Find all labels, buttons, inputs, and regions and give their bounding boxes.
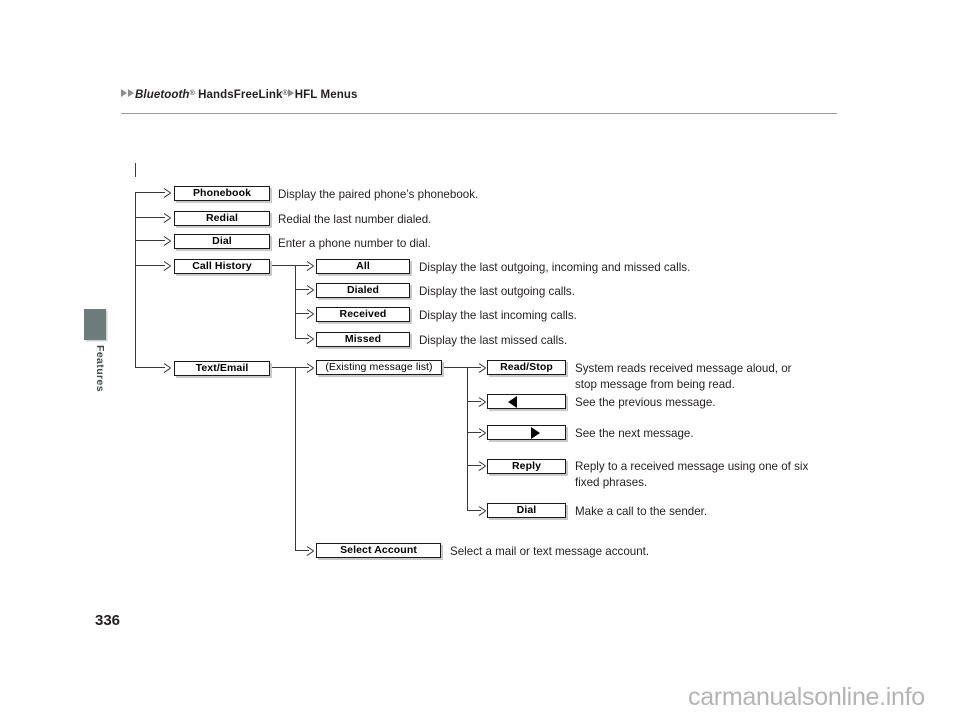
menu-item-redial[interactable]: Redial	[174, 211, 270, 226]
desc-dialed: Display the last outgoing calls.	[419, 285, 575, 298]
left-triangle-wrap	[488, 395, 565, 408]
menu-item-next-message[interactable]	[487, 425, 566, 440]
desc-received: Display the last incoming calls.	[419, 309, 577, 322]
arrow-dial	[164, 235, 171, 246]
connector-text-email	[135, 367, 165, 369]
menu-item-missed[interactable]: Missed	[316, 332, 410, 347]
desc-dial-sender: Make a call to the sender.	[575, 505, 708, 518]
menu-item-dial-sender[interactable]: Dial	[487, 503, 566, 518]
left-triangle-icon	[508, 395, 517, 408]
arrow-select-account	[307, 545, 314, 556]
arrow-redial	[164, 212, 171, 223]
menu-item-existing-message-list[interactable]: (Existing message list)	[316, 360, 442, 375]
arrow-next-message	[479, 427, 486, 438]
menu-item-all[interactable]: All	[316, 259, 410, 274]
branch-trunk-message-actions	[467, 367, 469, 511]
menu-item-phonebook[interactable]: Phonebook	[174, 186, 270, 201]
menu-item-dial[interactable]: Dial	[174, 234, 270, 249]
arrow-missed	[307, 333, 314, 344]
menu-item-previous-message[interactable]	[487, 394, 566, 409]
arrow-call-history	[164, 260, 171, 271]
branch-trunk-text-email	[295, 367, 297, 550]
desc-read-stop: System reads received message aloud, or …	[575, 362, 792, 391]
desc-missed: Display the last missed calls.	[419, 334, 568, 347]
watermark: carmanualsonline.info	[688, 683, 925, 711]
arrow-phonebook	[164, 187, 171, 198]
manual-page: Bluetooth® HandsFreeLink® HFL Menus Featu…	[0, 0, 960, 722]
desc-dial: Enter a phone number to dial.	[278, 237, 431, 250]
menu-item-text-email[interactable]: Text/Email	[174, 361, 270, 376]
arrow-received	[307, 308, 314, 319]
arrow-all	[307, 260, 314, 271]
desc-all: Display the last outgoing, incoming and …	[419, 261, 691, 274]
desc-previous-message: See the previous message.	[575, 396, 716, 409]
desc-phonebook: Display the paired phone’s phonebook.	[278, 188, 479, 201]
page-number: 336	[95, 612, 121, 629]
arrow-read-stop	[479, 362, 486, 373]
menu-item-reply[interactable]: Reply	[487, 459, 566, 474]
menu-tree-diagram: Phonebook Display the paired phone’s pho…	[0, 0, 960, 722]
branch-stem-call-history	[272, 265, 296, 267]
desc-select-account: Select a mail or text message account.	[450, 545, 650, 558]
right-triangle-icon	[531, 426, 540, 439]
menu-item-read-stop[interactable]: Read/Stop	[487, 360, 566, 375]
connector-dial	[135, 240, 165, 242]
branch-trunk-call-history	[295, 265, 297, 339]
menu-item-received[interactable]: Received	[316, 307, 410, 322]
menu-item-dialed[interactable]: Dialed	[316, 283, 410, 298]
menu-item-select-account[interactable]: Select Account	[316, 543, 441, 558]
branch-stem-text-email	[272, 367, 296, 369]
connector-phonebook	[135, 192, 165, 194]
arrow-dialed	[307, 284, 314, 295]
branch-stem-message-actions	[444, 367, 468, 369]
desc-redial: Redial the last number dialed.	[278, 213, 432, 226]
desc-reply: Reply to a received message using one of…	[575, 460, 809, 489]
arrow-dial-sender	[479, 505, 486, 516]
connector-redial	[135, 217, 165, 219]
connector-call-history	[135, 265, 165, 267]
arrow-message-list	[307, 362, 314, 373]
right-triangle-wrap	[488, 426, 565, 439]
arrow-reply	[479, 460, 486, 471]
trunk-tick	[135, 163, 137, 177]
desc-next-message: See the next message.	[575, 427, 694, 440]
arrow-text-email	[164, 362, 171, 373]
menu-item-call-history[interactable]: Call History	[174, 259, 270, 274]
arrow-previous-message	[479, 396, 486, 407]
